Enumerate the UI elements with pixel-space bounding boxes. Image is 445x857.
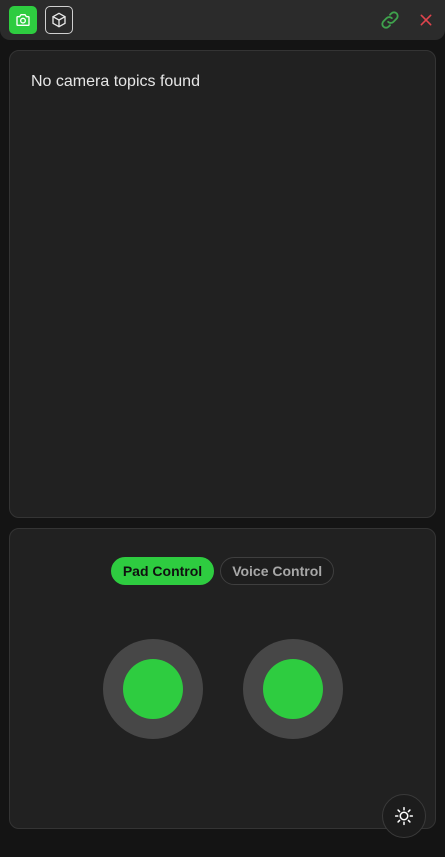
left-joystick[interactable] [103,639,203,739]
tab-pad-control[interactable]: Pad Control [110,557,215,585]
top-toolbar [0,0,445,40]
theme-toggle-button[interactable] [382,794,426,838]
tab-voice-control[interactable]: Voice Control [220,557,335,585]
left-joystick-knob[interactable] [123,659,183,719]
link-icon [381,11,399,29]
right-joystick[interactable] [243,639,343,739]
close-icon [420,14,432,26]
3d-view-button[interactable] [45,6,73,34]
control-panel: Pad Control Voice Control [9,528,436,838]
sun-icon [394,806,414,826]
cube-icon [52,12,66,28]
control-mode-tabs: Pad Control Voice Control [10,557,435,585]
connection-button[interactable] [376,6,404,34]
camera-icon [16,14,30,26]
disconnect-button[interactable] [412,6,440,34]
camera-panel: No camera topics found [9,50,436,518]
camera-view-button[interactable] [9,6,37,34]
camera-status-message: No camera topics found [31,73,200,90]
right-joystick-knob[interactable] [263,659,323,719]
